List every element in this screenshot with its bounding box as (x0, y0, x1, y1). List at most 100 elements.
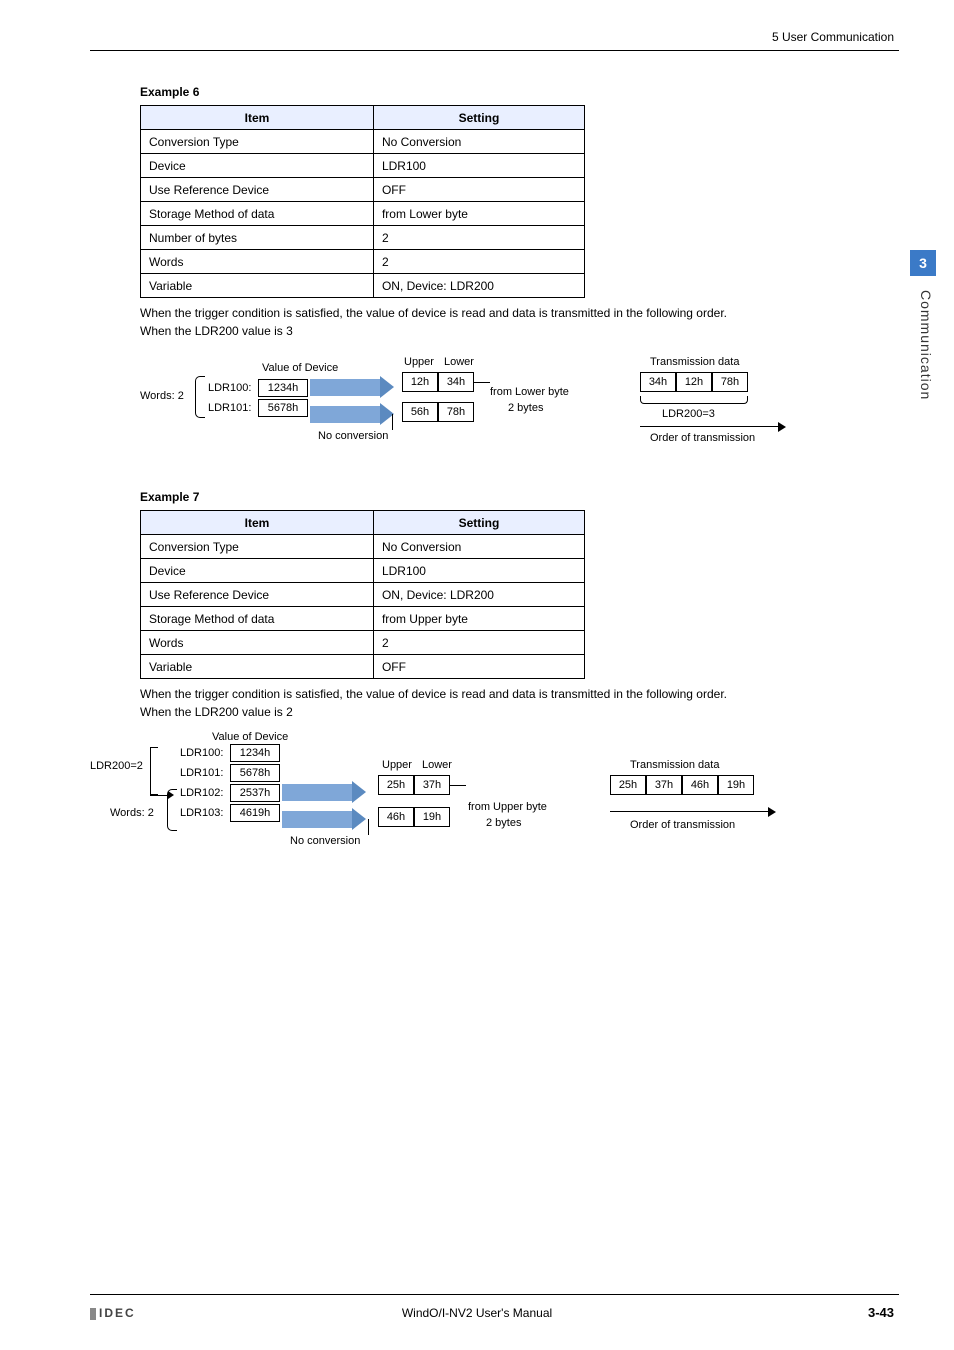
arrowhead-icon (778, 422, 786, 432)
example7-diagram: LDR200=2 Words: 2 Value of Device LDR100… (90, 727, 900, 867)
table-row: Storage Method of datafrom Upper byte (141, 607, 585, 631)
example7-note2: When the LDR200 value is 2 (140, 705, 900, 719)
trans-byte-box: 34h (640, 372, 676, 392)
brace-icon (167, 789, 177, 831)
table-row: Words2 (141, 250, 585, 274)
header-section: 5 User Communication (772, 30, 894, 44)
ldr102-label: LDR102: (180, 787, 223, 799)
value-box: 2537h (230, 784, 280, 802)
bracket-icon (150, 747, 158, 795)
no-conversion-label: No conversion (290, 835, 360, 847)
arrow-icon (282, 811, 352, 828)
example7-table: Item Setting Conversion TypeNo Conversio… (140, 510, 585, 679)
cell-setting: No Conversion (373, 535, 584, 559)
example6-title: Example 6 (140, 85, 900, 99)
table-row: VariableOFF (141, 655, 585, 679)
from-upper-label: from Upper byte (468, 801, 547, 813)
cell-setting: ON, Device: LDR200 (373, 583, 584, 607)
arrow-icon (310, 379, 380, 396)
value-box: 4619h (230, 804, 280, 822)
byte-box: 56h (402, 402, 438, 422)
trans-byte-box: 12h (676, 372, 712, 392)
byte-box: 37h (414, 775, 450, 795)
table-row: DeviceLDR100 (141, 154, 585, 178)
col-item: Item (141, 106, 374, 130)
trans-byte-box: 25h (610, 775, 646, 795)
example6-diagram: Words: 2 Value of Device LDR100: LDR101:… (140, 346, 900, 466)
cell-setting: LDR100 (373, 559, 584, 583)
cell-setting: OFF (373, 178, 584, 202)
value-box: 1234h (230, 744, 280, 762)
footer-page: 3-43 (868, 1305, 894, 1320)
col-item: Item (141, 511, 374, 535)
transmission-data-label: Transmission data (630, 759, 719, 771)
byte-box: 19h (414, 807, 450, 827)
order-label: Order of transmission (630, 819, 735, 831)
leader-line (392, 414, 393, 430)
cell-item: Words (141, 250, 374, 274)
upper-label: Upper (404, 356, 434, 368)
trans-byte-box: 78h (712, 372, 748, 392)
cell-setting: LDR100 (373, 154, 584, 178)
cell-setting: 2 (373, 250, 584, 274)
cell-item: Words (141, 631, 374, 655)
cell-item: Use Reference Device (141, 178, 374, 202)
cell-item: Number of bytes (141, 226, 374, 250)
chapter-label: Communication (918, 290, 934, 400)
value-box: 5678h (230, 764, 280, 782)
header-divider (90, 50, 899, 51)
ldr100-label: LDR100: (208, 382, 251, 394)
example6-note1: When the trigger condition is satisfied,… (140, 306, 900, 320)
cell-item: Device (141, 154, 374, 178)
page-content: Example 6 Item Setting Conversion TypeNo… (140, 85, 900, 891)
table-row: Use Reference DeviceON, Device: LDR200 (141, 583, 585, 607)
bytes-label: 2 bytes (486, 817, 521, 829)
table-row: Conversion TypeNo Conversion (141, 535, 585, 559)
cell-setting: ON, Device: LDR200 (373, 274, 584, 298)
value-of-device-label: Value of Device (262, 362, 338, 374)
value-box: 1234h (258, 379, 308, 397)
cell-setting: No Conversion (373, 130, 584, 154)
cell-item: Storage Method of data (141, 607, 374, 631)
order-line (640, 426, 780, 427)
cell-item: Variable (141, 655, 374, 679)
value-of-device-label: Value of Device (212, 731, 288, 743)
cell-item: Conversion Type (141, 130, 374, 154)
connector-line (474, 382, 490, 383)
ldr200-eq-label: LDR200=2 (90, 760, 143, 772)
upper-label: Upper (382, 759, 412, 771)
order-line (610, 811, 770, 812)
col-setting: Setting (373, 511, 584, 535)
lower-label: Lower (422, 759, 452, 771)
ldr100-label: LDR100: (180, 747, 223, 759)
byte-box: 78h (438, 402, 474, 422)
words-label: Words: 2 (110, 807, 154, 819)
ldr103-label: LDR103: (180, 807, 223, 819)
arrow-icon (282, 784, 352, 801)
col-setting: Setting (373, 106, 584, 130)
arrow-icon (310, 406, 380, 423)
cell-setting: OFF (373, 655, 584, 679)
ldr200-label: LDR200=3 (662, 408, 715, 420)
footer-divider (90, 1294, 899, 1295)
cell-setting: from Upper byte (373, 607, 584, 631)
words-label: Words: 2 (140, 390, 184, 402)
trans-byte-box: 46h (682, 775, 718, 795)
under-brace-icon (640, 396, 748, 404)
cell-item: Conversion Type (141, 535, 374, 559)
example6-note2: When the LDR200 value is 3 (140, 324, 900, 338)
cell-item: Storage Method of data (141, 202, 374, 226)
brace-icon (195, 376, 205, 418)
byte-box: 25h (378, 775, 414, 795)
cell-setting: 2 (373, 226, 584, 250)
lower-label: Lower (444, 356, 474, 368)
footer-title: WindO/I-NV2 User's Manual (0, 1306, 954, 1320)
value-box: 5678h (258, 399, 308, 417)
trans-byte-box: 19h (718, 775, 754, 795)
example6-table: Item Setting Conversion TypeNo Conversio… (140, 105, 585, 298)
example7-note1: When the trigger condition is satisfied,… (140, 687, 900, 701)
cell-setting: 2 (373, 631, 584, 655)
cell-setting: from Lower byte (373, 202, 584, 226)
order-label: Order of transmission (650, 432, 755, 444)
table-row: DeviceLDR100 (141, 559, 585, 583)
